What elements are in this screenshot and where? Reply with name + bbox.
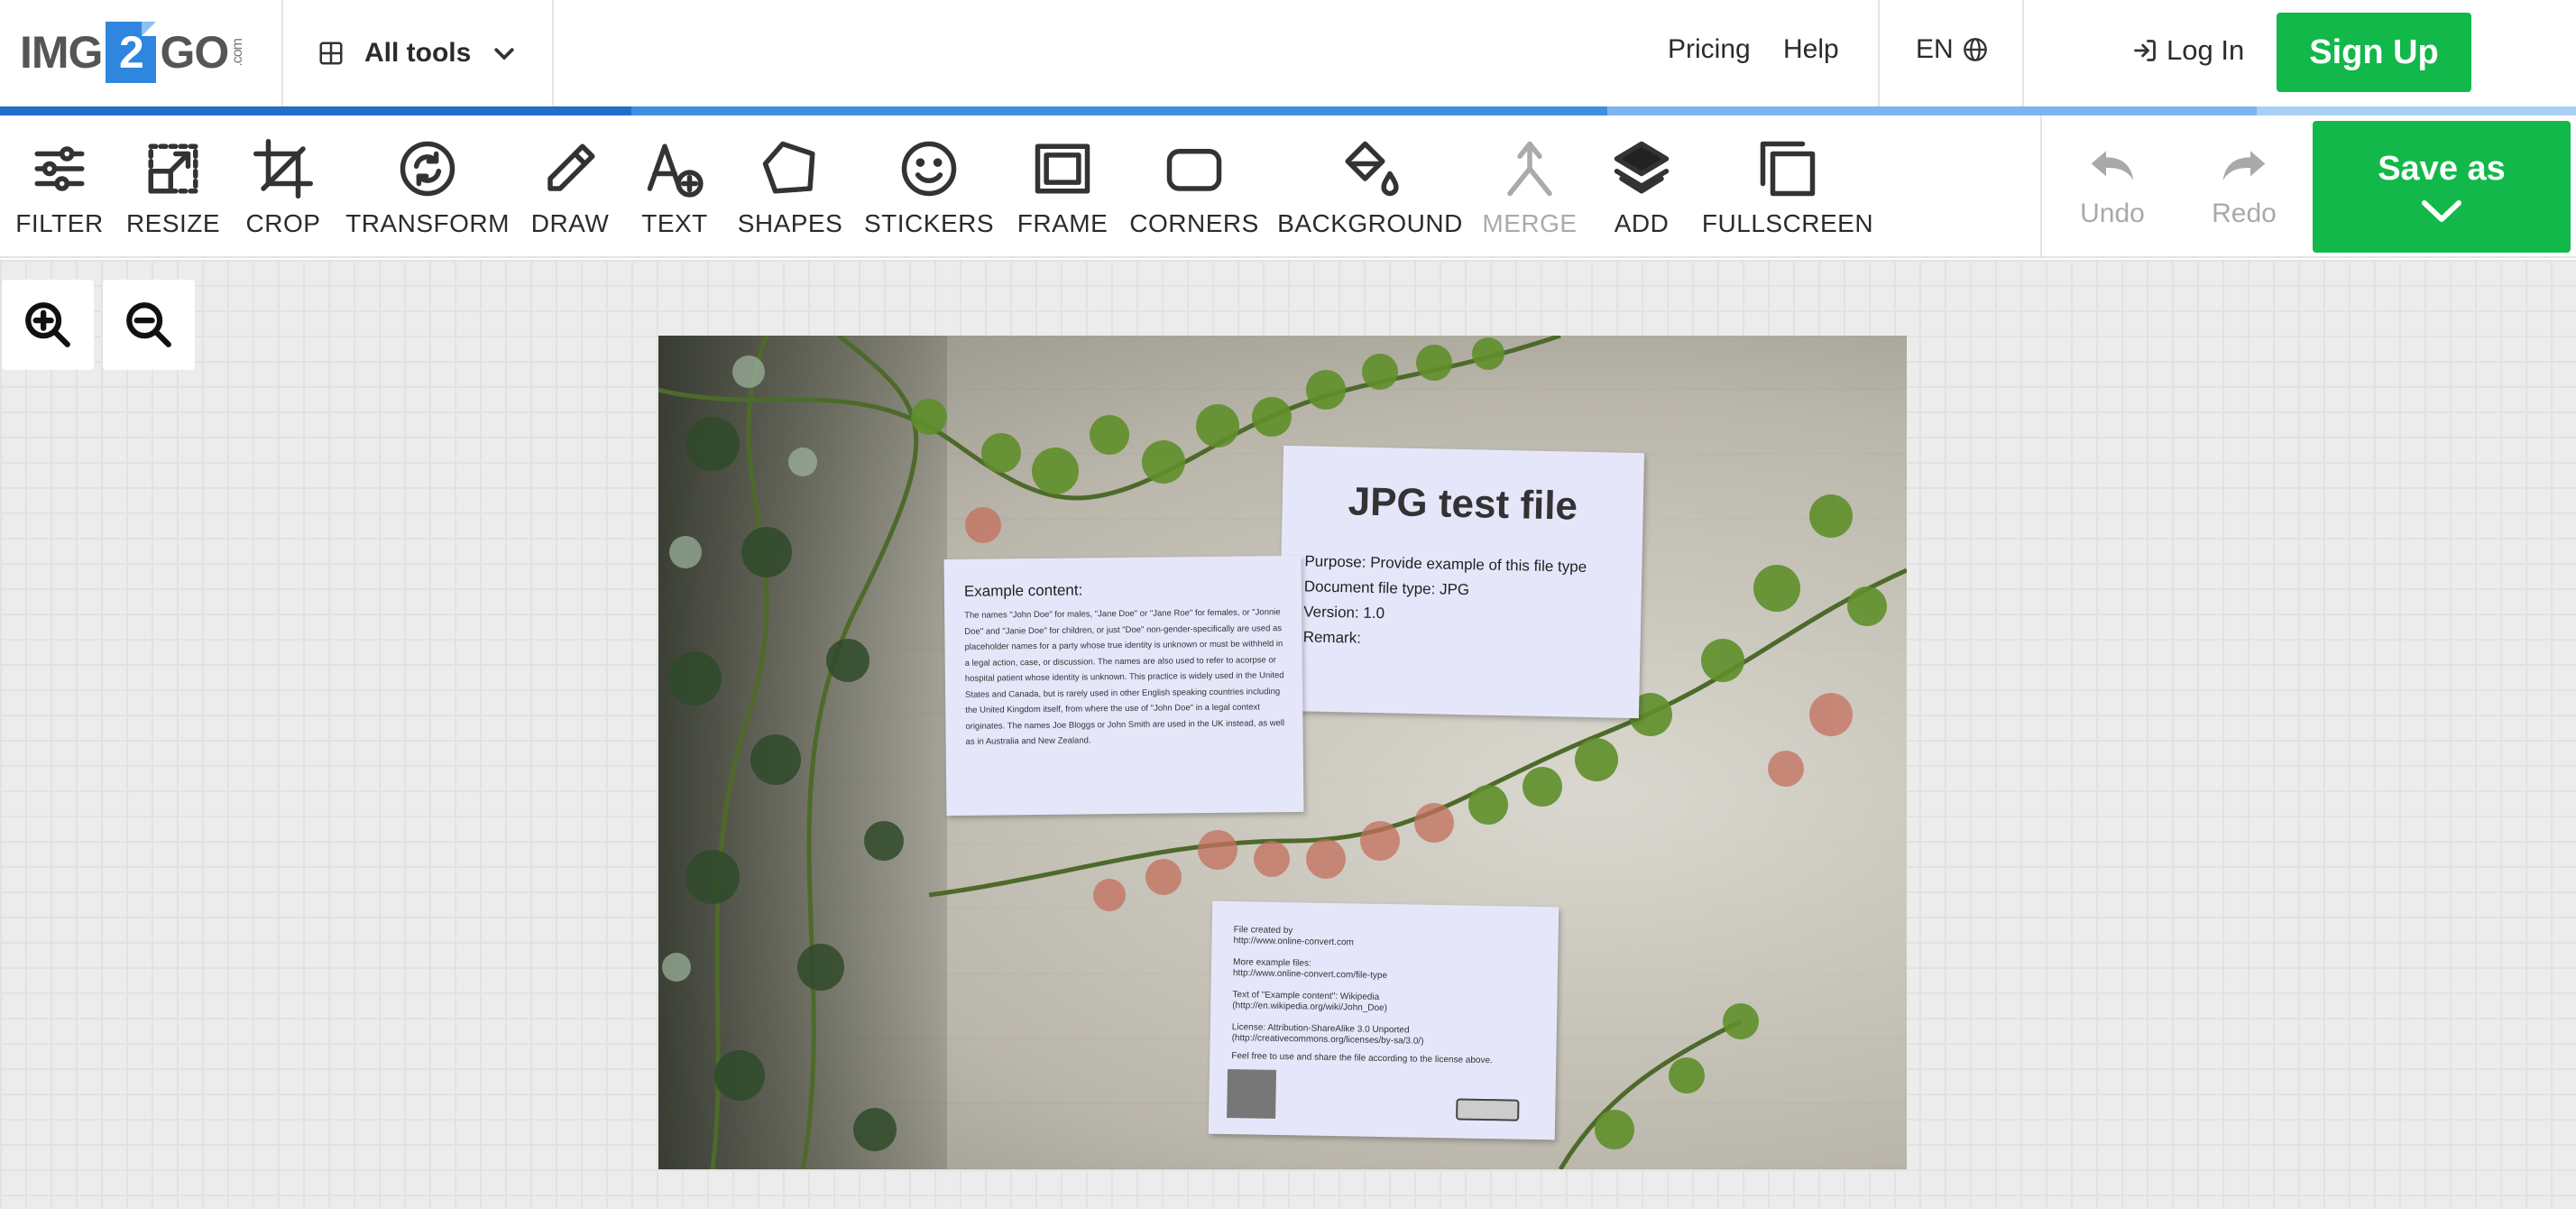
redo-icon xyxy=(2222,151,2266,180)
tool-draw[interactable]: DRAW xyxy=(525,115,615,256)
tool-shapes[interactable]: SHAPES xyxy=(736,115,844,256)
undo-label: Undo xyxy=(2080,198,2145,228)
login-icon xyxy=(2134,40,2156,61)
tool-label: ADD xyxy=(1614,209,1670,237)
save-as-button[interactable]: Save as xyxy=(2313,121,2571,253)
logo-text-go: GO xyxy=(160,27,229,78)
paper-title: JPG test file xyxy=(1348,479,1578,529)
rounded-rect-icon xyxy=(1166,149,1222,191)
divider xyxy=(552,0,554,106)
pricing-link[interactable]: Pricing xyxy=(1668,34,1751,65)
zoom-in-button[interactable] xyxy=(2,280,94,370)
paper-body: The names "John Doe" for males, "Jane Do… xyxy=(964,607,1285,747)
merge-icon xyxy=(1507,141,1552,197)
pentagon-icon xyxy=(762,141,815,194)
progress-segment xyxy=(1607,106,2257,115)
tool-add[interactable]: ADD xyxy=(1596,115,1687,256)
tool-corners[interactable]: CORNERS xyxy=(1129,115,1258,256)
resize-icon xyxy=(148,143,198,194)
grid-icon xyxy=(319,42,343,65)
redo-button[interactable]: Redo xyxy=(2208,143,2280,229)
figure-badge xyxy=(1227,1068,1277,1119)
login-button[interactable]: Log In xyxy=(2132,34,2244,67)
chevron-down-icon xyxy=(2422,199,2461,222)
save-as-label: Save as xyxy=(2378,149,2506,188)
undo-button[interactable]: Undo xyxy=(2076,143,2148,229)
all-tools-dropdown[interactable]: All tools xyxy=(317,29,518,78)
top-navigation: IMG 2 GO .com All tools Pricing Help EN … xyxy=(0,0,2576,106)
crop-icon xyxy=(253,139,313,198)
tool-label: CROP xyxy=(245,209,321,237)
tool-text[interactable]: TEXT xyxy=(630,115,720,256)
tool-label: SHAPES xyxy=(737,209,843,237)
paper-main: JPG test file Purpose: Provide example o… xyxy=(1277,445,1645,719)
pencil-icon xyxy=(547,143,595,191)
chevron-down-icon xyxy=(494,48,514,60)
zoom-out-icon xyxy=(126,302,171,347)
paper-credits: File created by http://www.online-conver… xyxy=(1208,900,1559,1140)
tool-crop[interactable]: CROP xyxy=(238,115,328,256)
image-preview[interactable]: JPG test file Purpose: Provide example o… xyxy=(658,336,1907,1169)
tool-stickers[interactable]: STICKERS xyxy=(864,115,994,256)
tool-label: TEXT xyxy=(641,209,708,237)
editor-toolbar: FILTER RESIZE CROP TRANSFORM DRAW TEXT S… xyxy=(0,115,2576,258)
language-label: EN xyxy=(1916,34,1954,64)
progress-segment xyxy=(631,106,1607,115)
undo-icon xyxy=(2091,151,2134,180)
smiley-icon xyxy=(901,141,957,197)
zoom-out-button[interactable] xyxy=(103,280,195,370)
tool-transform[interactable]: TRANSFORM xyxy=(345,115,509,256)
progress-segment xyxy=(0,106,631,115)
tool-label: BACKGROUND xyxy=(1277,209,1463,237)
logo-text-2: 2 xyxy=(106,22,157,83)
tool-label: FULLSCREEN xyxy=(1701,209,1874,237)
tool-background[interactable]: BACKGROUND xyxy=(1277,115,1462,256)
divider xyxy=(2022,0,2024,106)
zoom-in-icon xyxy=(25,302,70,347)
paper-heading: Example content: xyxy=(963,581,1083,600)
tool-label: CORNERS xyxy=(1129,209,1259,237)
tool-label: RESIZE xyxy=(125,209,221,237)
tool-merge[interactable]: MERGE xyxy=(1482,115,1578,256)
help-link[interactable]: Help xyxy=(1783,34,1839,65)
paper-example-content: Example content: The names "John Doe" fo… xyxy=(943,555,1304,817)
tool-label: FILTER xyxy=(15,209,104,237)
globe-icon xyxy=(1963,38,1987,61)
progress-strip xyxy=(0,106,2576,115)
tool-filter[interactable]: FILTER xyxy=(14,115,105,256)
fullscreen-icon xyxy=(1760,141,1816,197)
sliders-icon xyxy=(34,146,85,191)
img2go-logo[interactable]: IMG 2 GO .com xyxy=(20,18,246,87)
tool-label: STICKERS xyxy=(863,209,995,237)
editor-canvas: JPG test file Purpose: Provide example o… xyxy=(0,260,2576,1209)
paint-bucket-icon xyxy=(1345,141,1399,197)
login-label: Log In xyxy=(2167,34,2245,66)
toolbar-divider xyxy=(2040,115,2042,258)
progress-segment xyxy=(2257,106,2576,115)
logo-text-com: .com xyxy=(230,38,246,67)
all-tools-label: All tools xyxy=(364,38,472,68)
redo-label: Redo xyxy=(2212,198,2277,228)
layers-icon xyxy=(1614,141,1670,194)
language-selector[interactable]: EN xyxy=(1916,34,1988,65)
divider xyxy=(1878,0,1880,106)
tool-label: MERGE xyxy=(1482,209,1578,237)
tool-label: DRAW xyxy=(530,209,610,237)
cc-license-badge xyxy=(1456,1098,1520,1121)
tool-frame[interactable]: FRAME xyxy=(1017,115,1108,256)
text-add-icon xyxy=(647,143,704,198)
logo-text-img: IMG xyxy=(20,27,103,78)
signup-button[interactable]: Sign Up xyxy=(2277,13,2471,92)
tool-fullscreen[interactable]: FULLSCREEN xyxy=(1702,115,1873,256)
tool-label: TRANSFORM xyxy=(345,209,510,237)
frame-icon xyxy=(1035,143,1090,194)
tool-resize[interactable]: RESIZE xyxy=(125,115,221,256)
divider xyxy=(281,0,283,106)
rotate-icon xyxy=(400,141,455,197)
tool-label: FRAME xyxy=(1017,209,1109,237)
